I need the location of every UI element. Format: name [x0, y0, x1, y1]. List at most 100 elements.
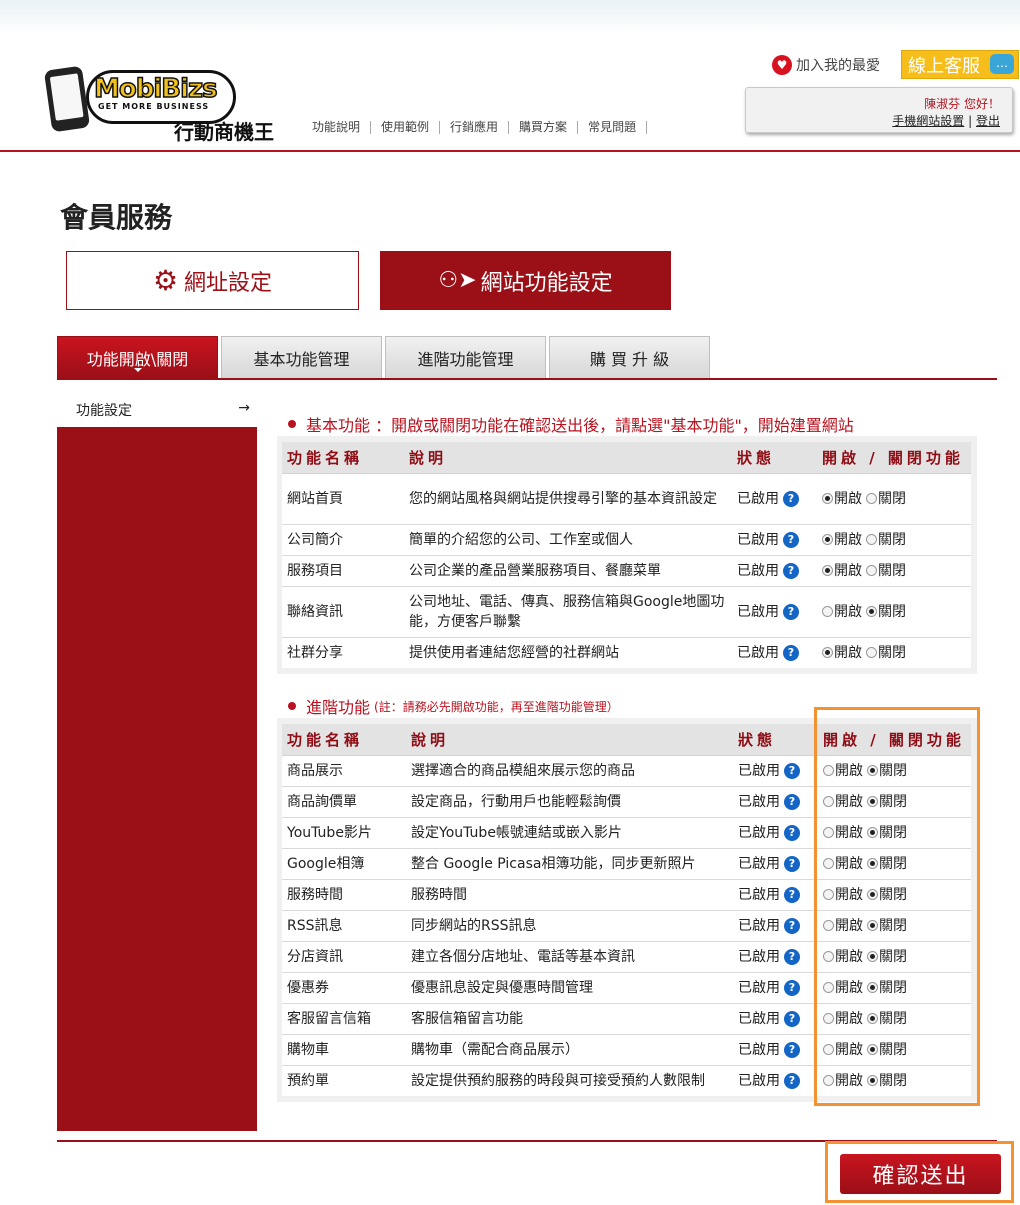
- radio-close-label: 關閉: [878, 490, 906, 507]
- table-row: 網站首頁 您的網站風格與網站提供搜尋引擎的基本資訊設定 已啟用? 開啟 關閉: [282, 473, 971, 525]
- feature-status: 已啟用?: [733, 817, 818, 849]
- radio-open-label: 開啟: [834, 603, 862, 620]
- tab-toggle-features[interactable]: 功能開啟\關閉: [57, 336, 218, 378]
- pointer-icon: ⚇➤: [438, 268, 477, 293]
- status-text: 已啟用: [737, 490, 779, 507]
- url-settings-button[interactable]: ⚙ 網址設定: [66, 251, 359, 310]
- logout-link[interactable]: 登出: [976, 114, 1000, 128]
- feature-desc: 整合 Google Picasa相簿功能，同步更新照片: [406, 848, 733, 880]
- help-icon[interactable]: ?: [784, 855, 800, 872]
- radio-close[interactable]: 關閉: [866, 491, 906, 507]
- feature-desc: 簡單的介紹您的公司、工作室或個人: [404, 524, 732, 556]
- help-icon[interactable]: ?: [784, 824, 800, 841]
- table-row: 社群分享 提供使用者連結您經營的社群網站 已啟用? 開啟 關閉: [282, 637, 971, 668]
- col-name: 功能名稱: [282, 724, 406, 756]
- highlight-toggle-column: [814, 707, 980, 1106]
- feature-toggle: 開啟 關閉: [817, 586, 971, 638]
- add-favorite-link[interactable]: ♥ 加入我的最愛: [772, 55, 880, 75]
- link-separator: |: [968, 114, 973, 128]
- help-icon[interactable]: ?: [784, 917, 800, 934]
- feature-status: 已啟用?: [733, 786, 818, 818]
- basic-features-table: 功能名稱 說明 狀態 開啟 / 關閉功能 網站首頁 您的網站風格與網站提供搜尋引擎…: [282, 442, 971, 668]
- feature-name: 社群分享: [287, 644, 343, 661]
- feature-status: 已啟用?: [732, 555, 817, 587]
- radio-open[interactable]: 開啟: [822, 491, 862, 507]
- col-toggle: 開啟 / 關閉功能: [817, 442, 971, 474]
- logo[interactable]: MobiBizs GET MORE BUSINESS 行動商機王: [43, 64, 296, 144]
- radio-close-label: 關閉: [878, 562, 906, 579]
- status-text: 已啟用: [737, 644, 779, 661]
- logo-wordmark: MobiBizs: [93, 73, 218, 105]
- feature-status: 已啟用?: [732, 637, 817, 668]
- table-header-row: 功能名稱 說明 狀態 開啟 / 關閉功能: [282, 442, 971, 474]
- tab-advanced-management[interactable]: 進階功能管理: [385, 336, 546, 378]
- radio-close[interactable]: 關閉: [866, 563, 906, 579]
- site-functions-button[interactable]: ⚇➤ 網站功能設定: [380, 251, 671, 310]
- radio-open-label: 開啟: [834, 562, 862, 579]
- top-nav: 功能說明 使用範例 行銷應用 購買方案 常見問題: [310, 121, 648, 134]
- submit-button[interactable]: 確認送出: [840, 1154, 1001, 1194]
- help-icon[interactable]: ?: [784, 762, 800, 779]
- radio-close-icon: [866, 534, 877, 545]
- status-text: 已啟用: [738, 824, 780, 841]
- feature-status: 已啟用?: [732, 524, 817, 556]
- col-name: 功能名稱: [282, 442, 404, 474]
- help-icon[interactable]: ?: [784, 1072, 800, 1089]
- logo-chinese-name: 行動商機王: [174, 120, 274, 144]
- help-icon[interactable]: ?: [783, 644, 799, 661]
- radio-close[interactable]: 關閉: [866, 604, 906, 620]
- tab-purchase-upgrade[interactable]: 購 買 升 級: [549, 336, 710, 378]
- online-support-button[interactable]: 線上客服 …: [901, 50, 1019, 79]
- col-status: 狀態: [732, 442, 817, 474]
- basic-table-wrap: 功能名稱 說明 狀態 開啟 / 關閉功能 網站首頁 您的網站風格與網站提供搜尋引擎…: [277, 436, 977, 674]
- user-links: 手機網站設置 | 登出: [892, 112, 1000, 129]
- help-icon[interactable]: ?: [784, 886, 800, 903]
- radio-close-icon: [866, 647, 877, 659]
- radio-close-icon: [866, 606, 877, 617]
- nav-plans[interactable]: 購買方案: [509, 121, 579, 134]
- feature-desc: 設定商品，行動用戶也能輕鬆詢價: [406, 786, 733, 818]
- help-icon[interactable]: ?: [784, 1041, 800, 1058]
- radio-open-icon: [822, 606, 833, 617]
- feature-status: 已啟用?: [733, 755, 818, 787]
- feature-status: 已啟用?: [733, 972, 818, 1004]
- status-text: 已啟用: [737, 531, 779, 548]
- radio-open[interactable]: 開啟: [822, 563, 862, 579]
- feature-status: 已啟用?: [733, 1034, 818, 1066]
- help-icon[interactable]: ?: [784, 948, 800, 965]
- status-text: 已啟用: [738, 793, 780, 810]
- tab-basic-management[interactable]: 基本功能管理: [221, 336, 382, 378]
- help-icon[interactable]: ?: [783, 562, 799, 579]
- feature-name: 分店資訊: [282, 941, 406, 973]
- help-icon[interactable]: ?: [783, 490, 799, 507]
- user-greeting: 陳淑芬 您好！: [924, 97, 1000, 111]
- status-text: 已啟用: [738, 1010, 780, 1027]
- feature-name: 預約單: [287, 1072, 329, 1089]
- radio-open[interactable]: 開啟: [822, 532, 862, 548]
- feature-status: 已啟用?: [733, 848, 818, 880]
- sidebar-item-feature-settings[interactable]: 功能設定 →: [76, 400, 250, 420]
- status-text: 已啟用: [738, 762, 780, 779]
- help-icon[interactable]: ?: [783, 531, 799, 548]
- help-icon[interactable]: ?: [784, 979, 800, 996]
- help-icon[interactable]: ?: [784, 793, 800, 810]
- nav-marketing[interactable]: 行銷應用: [440, 121, 510, 134]
- nav-faq[interactable]: 常見問題: [578, 121, 648, 134]
- radio-close[interactable]: 關閉: [866, 532, 906, 548]
- status-text: 已啟用: [738, 886, 780, 903]
- radio-close-icon: [866, 493, 877, 504]
- radio-open[interactable]: 開啟: [822, 604, 862, 620]
- bullet-icon: [288, 702, 296, 710]
- nav-examples[interactable]: 使用範例: [371, 121, 441, 134]
- site-settings-link[interactable]: 手機網站設置: [892, 114, 964, 128]
- nav-features[interactable]: 功能說明: [310, 121, 372, 134]
- radio-open[interactable]: 開啟: [822, 645, 862, 661]
- radio-open-icon: [822, 565, 833, 576]
- help-icon[interactable]: ?: [783, 603, 799, 620]
- radio-close-label: 關閉: [878, 644, 906, 661]
- help-icon[interactable]: ?: [784, 1010, 800, 1027]
- radio-close[interactable]: 關閉: [866, 645, 906, 661]
- feature-name: 客服留言信箱: [282, 1003, 406, 1035]
- status-text: 已啟用: [738, 979, 780, 996]
- feature-desc: 服務時間: [406, 879, 733, 911]
